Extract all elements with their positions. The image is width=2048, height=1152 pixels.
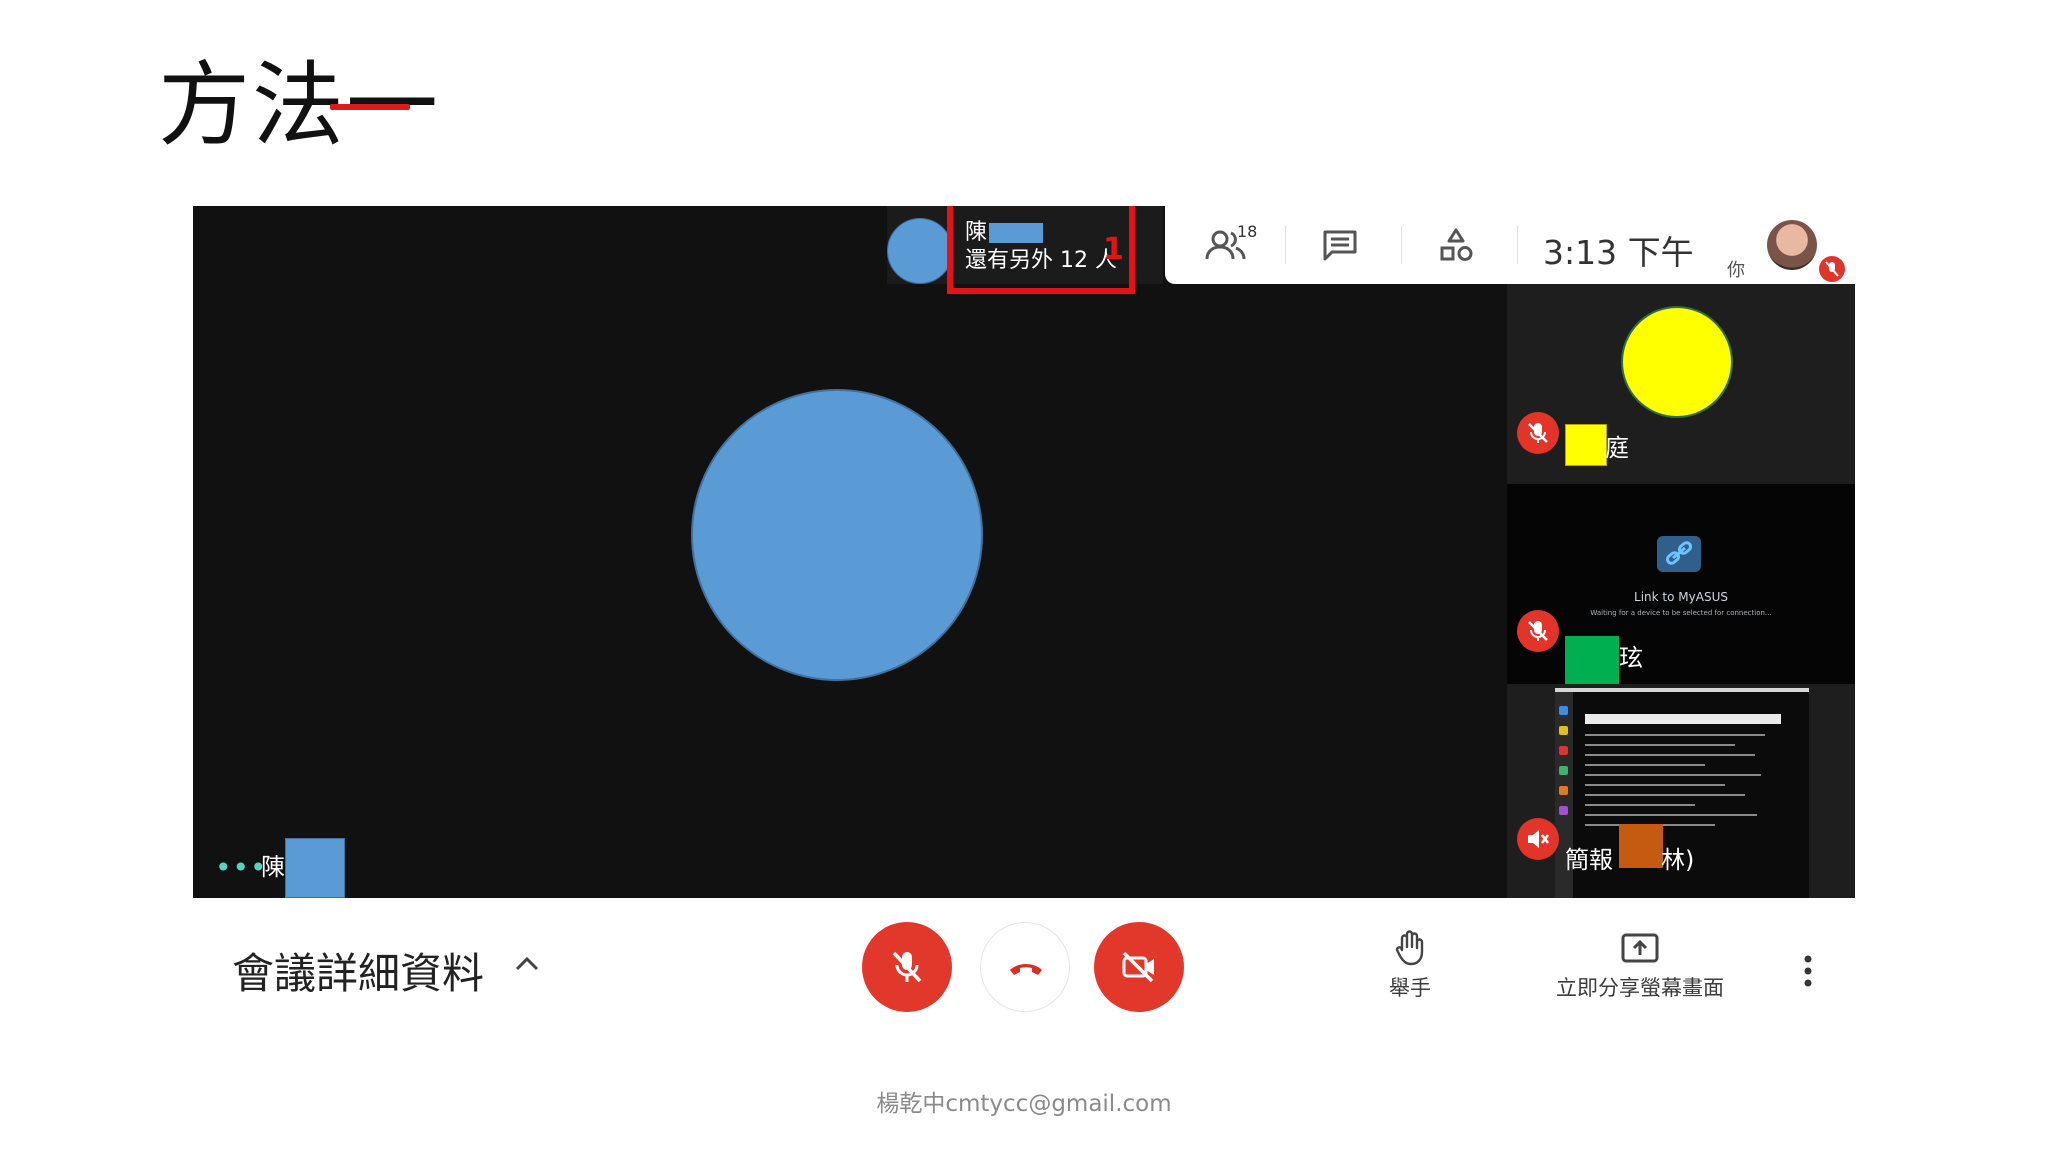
activities-button[interactable] bbox=[1431, 224, 1481, 266]
screen-text-line bbox=[1585, 804, 1695, 806]
self-label: 你 bbox=[1727, 260, 1745, 281]
top-participant-avatar bbox=[887, 218, 953, 284]
annotation-number: 1 bbox=[1103, 232, 1124, 267]
name-redaction bbox=[1565, 636, 1619, 684]
mic-muted-icon bbox=[1517, 610, 1559, 652]
activities-icon bbox=[1440, 228, 1473, 261]
app-icon bbox=[1559, 726, 1568, 735]
present-now-label[interactable]: 立即分享螢幕畫面 bbox=[1548, 972, 1732, 1002]
toolbar-divider bbox=[1285, 226, 1286, 264]
participant-name-suffix: 林) bbox=[1661, 846, 1695, 874]
participant-tile[interactable]: 簡報 林) bbox=[1507, 684, 1855, 898]
app-icon bbox=[1559, 806, 1568, 815]
screen-text-line bbox=[1585, 814, 1757, 816]
link-icon bbox=[1657, 536, 1701, 572]
screen-text-line bbox=[1585, 784, 1725, 786]
title-accent-underline bbox=[330, 104, 410, 110]
screen-text-line bbox=[1585, 734, 1765, 736]
app-icon bbox=[1559, 786, 1568, 795]
participant-tile[interactable]: 庭 bbox=[1507, 284, 1855, 484]
shared-screen-subtitle: Waiting for a device to be selected for … bbox=[1590, 609, 1772, 617]
present-screen-icon[interactable] bbox=[1620, 932, 1660, 966]
participant-name: 庭 bbox=[1605, 434, 1629, 462]
chat-icon bbox=[1323, 230, 1357, 261]
meeting-details-button[interactable]: 會議詳細資料 bbox=[232, 940, 484, 1001]
participant-avatar bbox=[1621, 306, 1733, 418]
camera-off-icon bbox=[1122, 951, 1154, 983]
people-count-badge: 18 bbox=[1237, 222, 1258, 241]
chevron-up-icon[interactable] bbox=[514, 954, 540, 972]
chat-button[interactable] bbox=[1315, 224, 1365, 266]
self-avatar[interactable] bbox=[1767, 220, 1817, 270]
self-mic-muted-icon bbox=[1819, 256, 1845, 282]
leave-call-button[interactable] bbox=[980, 922, 1070, 1012]
mute-mic-button[interactable] bbox=[862, 922, 952, 1012]
slide-footer: 楊乾中cmtycc@gmail.com bbox=[876, 1091, 1172, 1117]
app-icon bbox=[1559, 746, 1568, 755]
raise-hand-label[interactable]: 舉手 bbox=[1372, 972, 1448, 1002]
speaking-indicator-icon: ••• bbox=[215, 851, 268, 884]
camera-off-button[interactable] bbox=[1094, 922, 1184, 1012]
screen-window-titlebar bbox=[1585, 714, 1781, 724]
name-redaction bbox=[285, 838, 345, 898]
mic-muted-icon bbox=[1517, 412, 1559, 454]
screen-text-line bbox=[1585, 794, 1745, 796]
name-redaction bbox=[1565, 424, 1607, 466]
meet-toolbar: 18 3:13 下午 你 bbox=[1165, 206, 1855, 284]
screen-text-line bbox=[1585, 774, 1761, 776]
raise-hand-button[interactable] bbox=[1370, 928, 1450, 972]
screen-text-line bbox=[1585, 764, 1705, 766]
screen-text-line bbox=[1585, 744, 1735, 746]
participant-name: 玹 bbox=[1619, 644, 1643, 672]
hang-up-icon bbox=[1010, 964, 1042, 975]
meet-window: 陳 還有另外 12 人 1 18 3:13 下午 你 ••• 陳 庭 Link … bbox=[193, 206, 1855, 898]
screen-text-line bbox=[1585, 754, 1755, 756]
meeting-clock: 3:13 下午 bbox=[1543, 233, 1694, 272]
participant-tile[interactable]: Link to MyASUS Waiting for a device to b… bbox=[1507, 484, 1855, 684]
main-speaker-avatar bbox=[691, 389, 983, 681]
app-icon bbox=[1559, 706, 1568, 715]
name-redaction bbox=[1619, 824, 1663, 868]
more-options-icon[interactable] bbox=[1802, 954, 1814, 988]
toolbar-divider bbox=[1517, 226, 1518, 264]
toolbar-divider bbox=[1401, 226, 1402, 264]
main-speaker-name: 陳 bbox=[261, 853, 285, 881]
speaker-muted-icon bbox=[1517, 818, 1559, 860]
app-icon bbox=[1559, 766, 1568, 775]
mic-off-icon bbox=[892, 951, 922, 983]
participant-name-prefix: 簡報 bbox=[1565, 846, 1613, 874]
shared-screen-title: Link to MyASUS bbox=[1634, 590, 1728, 604]
hand-icon bbox=[1395, 930, 1424, 966]
